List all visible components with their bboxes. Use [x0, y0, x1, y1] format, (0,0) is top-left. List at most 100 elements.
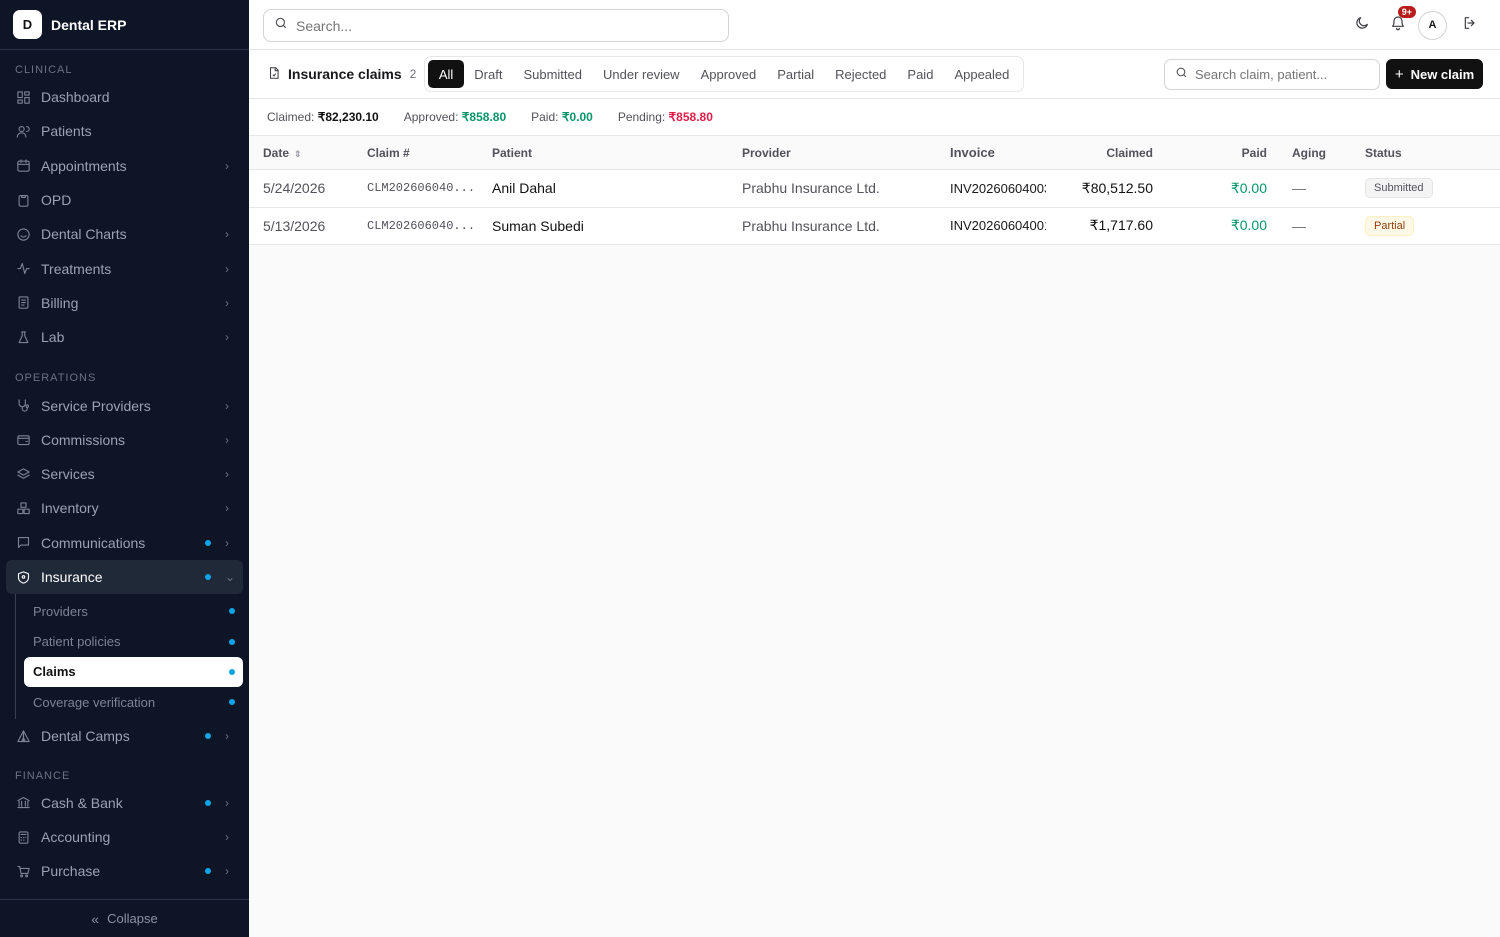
- stethoscope-icon: [15, 398, 31, 414]
- page-title-text: Insurance claims: [288, 66, 402, 82]
- status-dot: [205, 799, 211, 806]
- sidebar-item-accounting[interactable]: Accounting ›: [0, 820, 249, 854]
- sidebar-item-commissions[interactable]: Commissions ›: [0, 423, 249, 457]
- status-dot: [229, 699, 235, 706]
- sidebar-item-opd[interactable]: OPD: [0, 183, 249, 217]
- claim-search[interactable]: [1164, 59, 1380, 90]
- sidebar-item-lab[interactable]: Lab ›: [0, 320, 249, 354]
- search-icon: [1175, 66, 1188, 84]
- tent-icon: [15, 728, 31, 744]
- tab-submitted[interactable]: Submitted: [513, 60, 593, 88]
- sidebar-item-dashboard[interactable]: Dashboard: [0, 80, 249, 114]
- notification-badge: 9+: [1397, 6, 1416, 18]
- avatar[interactable]: A: [1418, 10, 1447, 40]
- status-badge: Partial: [1365, 215, 1415, 236]
- sidebar-nav: CLINICAL Dashboard Patients Appointments…: [0, 60, 249, 889]
- global-search[interactable]: [263, 9, 729, 42]
- header-date[interactable]: Date ⇕: [249, 146, 353, 160]
- status-dot: [229, 608, 235, 615]
- layers-icon: [15, 466, 31, 482]
- sort-icon: ⇕: [294, 148, 302, 159]
- status-dot: [205, 539, 211, 546]
- top-actions: 9+ A: [1342, 6, 1486, 41]
- sidebar-item-label: Treatments: [41, 260, 112, 277]
- topbar: 9+ A: [249, 0, 1500, 50]
- bank-icon: [15, 795, 31, 811]
- activity-icon: [15, 261, 31, 277]
- chevron-right-icon: ›: [225, 398, 229, 413]
- shield-icon: [15, 569, 31, 585]
- sidebar-item-label: Inventory: [41, 500, 99, 517]
- sidebar-item-label: Cash & Bank: [41, 794, 123, 811]
- sidebar-item-service-providers[interactable]: Service Providers ›: [0, 388, 249, 422]
- header-provider: Provider: [742, 145, 791, 160]
- page-title: Insurance claims 2: [267, 66, 416, 83]
- submenu-item-coverage-verification[interactable]: Coverage verification: [24, 687, 243, 717]
- logout-button[interactable]: [1454, 9, 1486, 41]
- chevron-right-icon: ›: [225, 535, 229, 550]
- calculator-icon: [15, 829, 31, 845]
- clipboard-icon: [15, 192, 31, 208]
- cell-provider: Prabhu Insurance Ltd.: [742, 180, 880, 197]
- brand[interactable]: D Dental ERP: [0, 0, 249, 50]
- sidebar-item-patients[interactable]: Patients: [0, 114, 249, 148]
- file-icon: [267, 66, 288, 83]
- tab-rejected[interactable]: Rejected: [825, 60, 897, 88]
- chevron-right-icon: ›: [225, 795, 229, 810]
- chevron-right-icon: ›: [225, 864, 229, 879]
- notifications-button[interactable]: 9+: [1382, 6, 1416, 41]
- claim-search-input[interactable]: [1195, 67, 1375, 82]
- sidebar-item-billing[interactable]: Billing ›: [0, 286, 249, 320]
- cell-date: 5/13/2026: [263, 217, 326, 234]
- status-dot: [205, 868, 211, 875]
- chevron-right-icon: ›: [225, 158, 229, 173]
- cell-patient: Suman Subedi: [492, 217, 584, 234]
- sidebar-item-purchase[interactable]: Purchase ›: [0, 854, 249, 888]
- cell-aging: —: [1292, 217, 1306, 234]
- submenu-item-patient-policies[interactable]: Patient policies: [24, 626, 243, 656]
- sidebar-item-dental-camps[interactable]: Dental Camps ›: [0, 719, 249, 753]
- submenu-item-claims[interactable]: Claims: [24, 656, 243, 688]
- status-badge: Submitted: [1365, 178, 1433, 199]
- sidebar-item-treatments[interactable]: Treatments ›: [0, 251, 249, 285]
- chevrons-left-icon: «: [91, 910, 100, 927]
- cell-paid: ₹0.00: [1230, 217, 1267, 234]
- sidebar-item-communications[interactable]: Communications ›: [0, 526, 249, 560]
- sidebar-item-label: Service Providers: [41, 397, 151, 414]
- sidebar-item-appointments[interactable]: Appointments ›: [0, 149, 249, 183]
- tab-paid[interactable]: Paid: [897, 60, 944, 88]
- tab-draft[interactable]: Draft: [464, 60, 513, 88]
- cell-provider: Prabhu Insurance Ltd.: [742, 217, 880, 234]
- status-tabs: All Draft Submitted Under review Approve…: [424, 56, 1024, 92]
- header-aging: Aging: [1292, 145, 1326, 160]
- theme-toggle-button[interactable]: [1346, 9, 1378, 41]
- table-row[interactable]: 5/24/2026 CLM202606040... Anil Dahal Pra…: [249, 170, 1500, 208]
- collapse-button[interactable]: « Collapse: [0, 899, 249, 937]
- sidebar-item-services[interactable]: Services ›: [0, 457, 249, 491]
- insurance-submenu: Providers Patient policies Claims Covera…: [15, 594, 243, 720]
- submenu-item-providers[interactable]: Providers: [24, 596, 243, 626]
- sidebar-item-label: Lab: [41, 329, 65, 346]
- sidebar-item-label: Accounting: [41, 829, 111, 846]
- sidebar-item-cash-bank[interactable]: Cash & Bank ›: [0, 786, 249, 820]
- table-row[interactable]: 5/13/2026 CLM202606040... Suman Subedi P…: [249, 207, 1500, 245]
- sidebar-item-label: Purchase: [41, 863, 101, 880]
- cell-invoice: INV20260604001: [950, 218, 1046, 234]
- tab-partial[interactable]: Partial: [767, 60, 825, 88]
- sidebar-item-label: Insurance: [41, 569, 103, 585]
- sidebar-item-label: Dental Camps: [41, 728, 130, 745]
- tab-approved[interactable]: Approved: [690, 60, 767, 88]
- cell-status: Partial: [1351, 215, 1500, 236]
- sidebar-item-dental-charts[interactable]: Dental Charts ›: [0, 217, 249, 251]
- tab-all[interactable]: All: [428, 60, 464, 88]
- section-label-finance: FINANCE: [15, 769, 71, 782]
- new-claim-button[interactable]: + New claim: [1386, 59, 1483, 89]
- submenu-label: Coverage verification: [33, 694, 156, 710]
- global-search-input[interactable]: [296, 17, 696, 34]
- message-icon: [15, 535, 31, 551]
- tab-appealed[interactable]: Appealed: [944, 60, 1020, 88]
- sidebar-item-insurance[interactable]: Insurance ⌄: [6, 559, 243, 595]
- tab-under-review[interactable]: Under review: [592, 60, 690, 88]
- sidebar-item-inventory[interactable]: Inventory ›: [0, 491, 249, 525]
- summary-paid-label: Paid:: [531, 110, 559, 124]
